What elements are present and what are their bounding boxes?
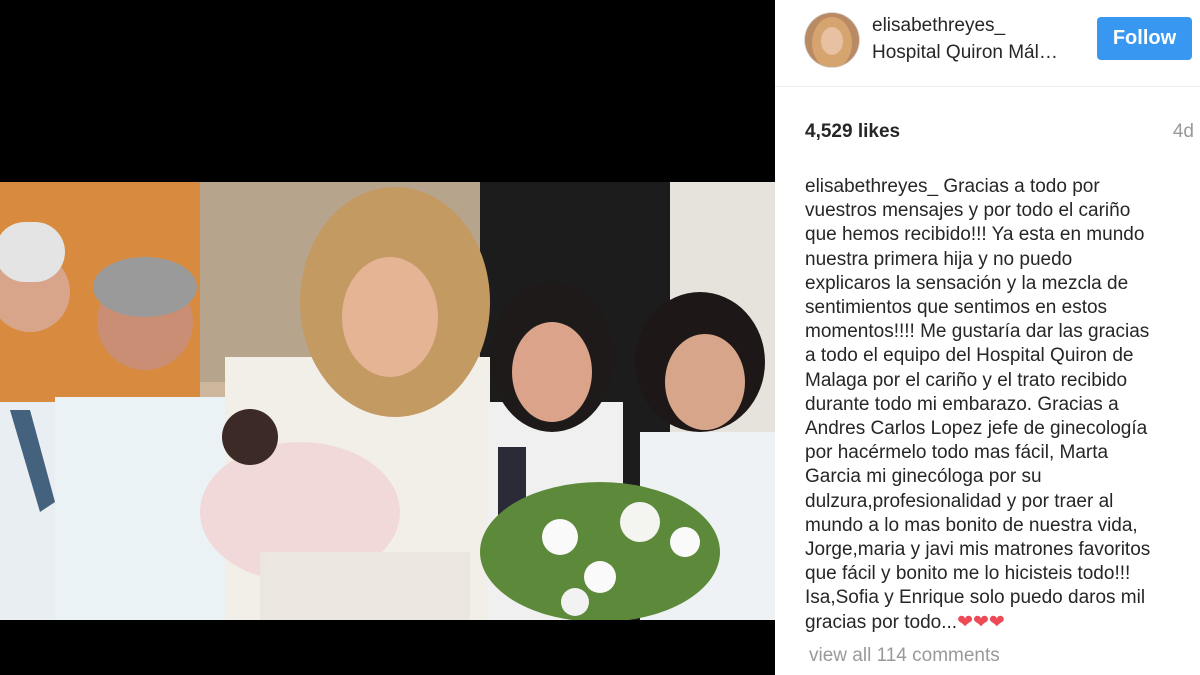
post-media [0,0,775,675]
caption-line: Isa,Sofia y Enrique solo puedo daros mil [805,587,1146,609]
caption-line: Jorge,maria y javi mis matrones favorito… [805,539,1151,561]
likes-count[interactable]: 4,529 likes [805,121,900,143]
post-photo[interactable] [0,182,775,620]
caption-line: que fácil y bonito me lo hicisteis todo!… [805,563,1131,585]
caption-username[interactable]: elisabethreyes_ [805,176,938,197]
username[interactable]: elisabethreyes_ [872,15,1005,37]
caption-line: Malaga por el cariño y el trato recibido [805,369,1128,391]
avatar-image [805,13,859,67]
view-comments-link[interactable]: view all 114 comments [809,645,1000,667]
caption-line: Garcia mi ginecóloga por su [805,466,1042,488]
post-header: elisabethreyes_ Hospital Quiron Mál… Fol… [775,0,1200,87]
caption-line: Andres Carlos Lopez jefe de ginecología [805,418,1148,440]
hospital-group-photo [0,182,775,620]
caption-line: por hacérmelo todo mas fácil, Marta [805,442,1109,464]
location-link[interactable]: Hospital Quiron Mál… [872,42,1058,64]
avatar[interactable] [805,13,859,67]
heart-icon: ❤❤❤ [957,611,1005,633]
caption-line: gracias por todo... [805,611,958,633]
post-caption: elisabethreyes_ Gracias a todo por vuest… [805,175,1175,635]
follow-button[interactable]: Follow [1097,17,1192,60]
caption-line: sentimientos que sentimos en estos [805,297,1108,319]
caption-line: durante todo mi embarazo. Gracias a [805,393,1119,415]
caption-line: mundo a lo mas bonito de nuestra vida, [805,514,1138,536]
caption-line: momentos!!!! Me gustaría dar las gracias [805,321,1150,343]
post-sidebar: elisabethreyes_ Hospital Quiron Mál… Fol… [775,0,1200,675]
caption-line: vuestros mensajes y por todo el cariño [805,200,1131,222]
caption-line: dulzura,profesionalidad y por traer al [805,490,1114,512]
caption-line: explicaros la sensación y la mezcla de [805,272,1129,294]
caption-line: Gracias a todo por [938,176,1100,197]
caption-line: nuestra primera hija y no puedo [805,248,1073,270]
caption-line: a todo el equipo del Hospital Quiron de [805,345,1134,367]
caption-line: que hemos recibido!!! Ya esta en mundo [805,224,1145,246]
post-timestamp[interactable]: 4d [1173,121,1194,143]
